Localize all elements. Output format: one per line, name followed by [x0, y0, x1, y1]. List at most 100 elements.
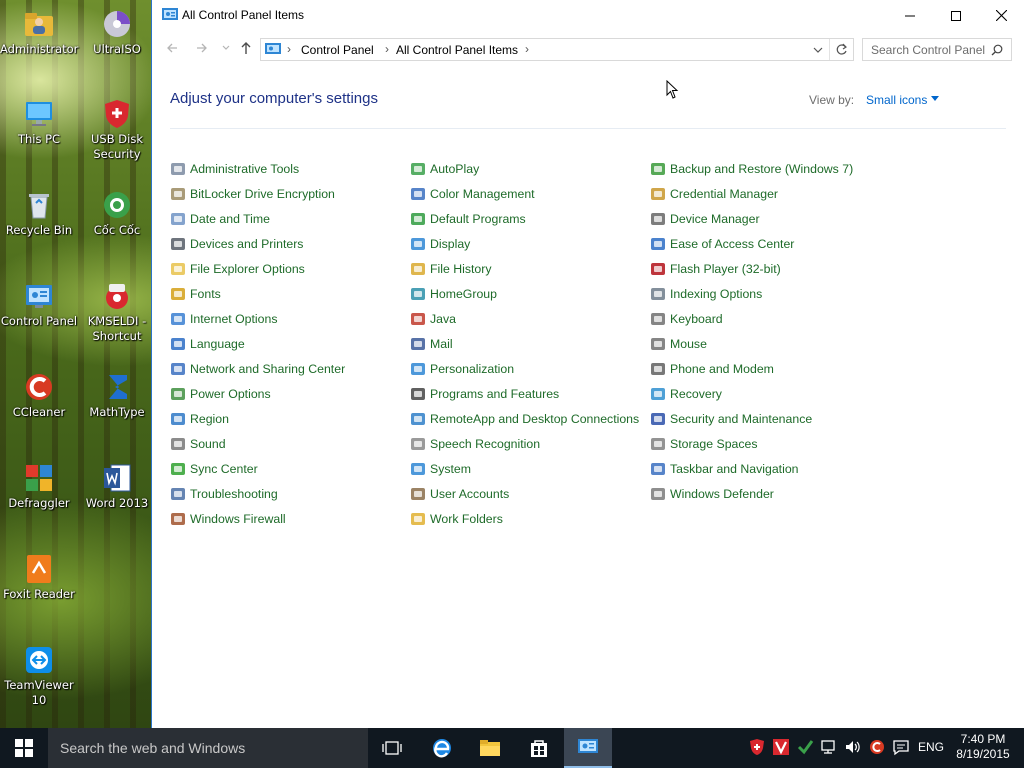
desktop-item-recycle-bin[interactable]: Recycle Bin: [0, 189, 78, 238]
control-panel-item[interactable]: File Explorer Options: [170, 256, 345, 281]
control-panel-item-label[interactable]: AutoPlay: [430, 162, 479, 176]
control-panel-taskbar-button[interactable]: [564, 728, 612, 768]
control-panel-item[interactable]: Credential Manager: [650, 181, 853, 206]
control-panel-item-label[interactable]: Ease of Access Center: [670, 237, 794, 251]
usb-security-tray-icon[interactable]: [748, 738, 766, 756]
control-panel-item[interactable]: Fonts: [170, 281, 345, 306]
control-panel-item-label[interactable]: Color Management: [430, 187, 535, 201]
control-panel-item[interactable]: AutoPlay: [410, 156, 639, 181]
control-panel-item-label[interactable]: Mouse: [670, 337, 707, 351]
control-panel-item-label[interactable]: Windows Firewall: [190, 512, 286, 526]
desktop-item-administrator[interactable]: Administrator: [0, 8, 78, 57]
control-panel-item[interactable]: Windows Defender: [650, 481, 853, 506]
store-button[interactable]: [515, 728, 563, 768]
control-panel-item-label[interactable]: Recovery: [670, 387, 722, 401]
control-panel-item-label[interactable]: RemoteApp and Desktop Connections: [430, 412, 639, 426]
control-panel-item[interactable]: Personalization: [410, 356, 639, 381]
control-panel-item[interactable]: Security and Maintenance: [650, 406, 853, 431]
control-panel-item[interactable]: Display: [410, 231, 639, 256]
desktop-item-coccoc[interactable]: Cốc Cốc: [78, 189, 156, 238]
control-panel-item[interactable]: Backup and Restore (Windows 7): [650, 156, 853, 181]
start-button[interactable]: [0, 728, 48, 768]
control-panel-item[interactable]: Default Programs: [410, 206, 639, 231]
control-panel-item[interactable]: Programs and Features: [410, 381, 639, 406]
control-panel-item-label[interactable]: Devices and Printers: [190, 237, 303, 251]
desktop-item-word-2013[interactable]: Word 2013: [78, 462, 156, 511]
control-panel-item-label[interactable]: Network and Sharing Center: [190, 362, 345, 376]
control-panel-item[interactable]: RemoteApp and Desktop Connections: [410, 406, 639, 431]
control-panel-item[interactable]: Windows Firewall: [170, 506, 345, 531]
forward-arrow-icon[interactable]: [196, 42, 208, 54]
control-panel-item[interactable]: Region: [170, 406, 345, 431]
clock[interactable]: 7:40 PM 8/19/2015: [950, 732, 1016, 762]
up-arrow-icon[interactable]: [240, 41, 252, 55]
control-panel-item-label[interactable]: Work Folders: [430, 512, 503, 526]
control-panel-item-label[interactable]: Display: [430, 237, 470, 251]
control-panel-item[interactable]: Network and Sharing Center: [170, 356, 345, 381]
control-panel-item-label[interactable]: Sound: [190, 437, 226, 451]
control-panel-item[interactable]: Java: [410, 306, 639, 331]
control-panel-item-label[interactable]: Fonts: [190, 287, 221, 301]
control-panel-item[interactable]: Sync Center: [170, 456, 345, 481]
desktop-item-ultraiso[interactable]: UltraISO: [78, 8, 156, 57]
close-button[interactable]: [978, 0, 1024, 31]
control-panel-item[interactable]: Troubleshooting: [170, 481, 345, 506]
search-input[interactable]: Search Control Panel: [862, 38, 1012, 61]
address-dropdown-icon[interactable]: [813, 47, 823, 54]
control-panel-item[interactable]: HomeGroup: [410, 281, 639, 306]
control-panel-item-label[interactable]: Power Options: [190, 387, 271, 401]
control-panel-item-label[interactable]: Windows Defender: [670, 487, 774, 501]
desktop-item-ccleaner[interactable]: CCleaner: [0, 371, 78, 420]
control-panel-item[interactable]: User Accounts: [410, 481, 639, 506]
control-panel-item-label[interactable]: Speech Recognition: [430, 437, 540, 451]
control-panel-item-label[interactable]: Flash Player (32-bit): [670, 262, 781, 276]
ccleaner-tray-icon[interactable]: [868, 738, 886, 756]
control-panel-item-label[interactable]: Sync Center: [190, 462, 258, 476]
taskbar-search-box[interactable]: Search the web and Windows: [48, 728, 368, 768]
input-language-indicator[interactable]: ENG: [918, 740, 944, 754]
unikey-tray-icon[interactable]: [796, 738, 814, 756]
control-panel-item-label[interactable]: Date and Time: [190, 212, 270, 226]
control-panel-item[interactable]: Device Manager: [650, 206, 853, 231]
search-icon[interactable]: [991, 44, 1003, 56]
control-panel-item[interactable]: System: [410, 456, 639, 481]
control-panel-item[interactable]: Language: [170, 331, 345, 356]
task-view-button[interactable]: [368, 728, 416, 768]
control-panel-item-label[interactable]: HomeGroup: [430, 287, 497, 301]
breadcrumb-control-panel[interactable]: Control Panel: [301, 43, 374, 57]
control-panel-item-label[interactable]: User Accounts: [430, 487, 509, 501]
minimize-button[interactable]: [887, 0, 933, 31]
control-panel-item-label[interactable]: Keyboard: [670, 312, 723, 326]
breadcrumb-separator[interactable]: ›: [525, 42, 529, 56]
control-panel-item[interactable]: Power Options: [170, 381, 345, 406]
control-panel-item[interactable]: Work Folders: [410, 506, 639, 531]
control-panel-item[interactable]: Indexing Options: [650, 281, 853, 306]
breadcrumb-separator[interactable]: ›: [385, 42, 389, 56]
control-panel-item-label[interactable]: Java: [430, 312, 456, 326]
control-panel-item-label[interactable]: Phone and Modem: [670, 362, 774, 376]
control-panel-item-label[interactable]: BitLocker Drive Encryption: [190, 187, 335, 201]
control-panel-item-label[interactable]: Internet Options: [190, 312, 278, 326]
control-panel-item-label[interactable]: System: [430, 462, 471, 476]
control-panel-item-label[interactable]: File Explorer Options: [190, 262, 305, 276]
control-panel-item[interactable]: Taskbar and Navigation: [650, 456, 853, 481]
desktop-item-usb-disk-security[interactable]: USB Disk Security: [78, 98, 156, 162]
control-panel-item-label[interactable]: Taskbar and Navigation: [670, 462, 799, 476]
control-panel-item-label[interactable]: Default Programs: [430, 212, 526, 226]
volume-icon[interactable]: [844, 738, 862, 756]
recent-locations-chevron-icon[interactable]: [222, 45, 230, 51]
desktop-item-mathtype[interactable]: MathType: [78, 371, 156, 420]
control-panel-item[interactable]: Internet Options: [170, 306, 345, 331]
control-panel-item[interactable]: Flash Player (32-bit): [650, 256, 853, 281]
control-panel-item-label[interactable]: Language: [190, 337, 245, 351]
control-panel-item-label[interactable]: Mail: [430, 337, 453, 351]
control-panel-item[interactable]: Date and Time: [170, 206, 345, 231]
control-panel-item-label[interactable]: Troubleshooting: [190, 487, 278, 501]
desktop-item-control-panel[interactable]: Control Panel: [0, 280, 78, 329]
desktop-item-foxit-reader[interactable]: Foxit Reader: [0, 553, 78, 602]
title-bar[interactable]: All Control Panel Items: [152, 0, 1024, 31]
control-panel-item-label[interactable]: Indexing Options: [670, 287, 762, 301]
control-panel-item-label[interactable]: Administrative Tools: [190, 162, 299, 176]
control-panel-item-label[interactable]: Credential Manager: [670, 187, 778, 201]
action-center-icon[interactable]: [892, 738, 910, 756]
